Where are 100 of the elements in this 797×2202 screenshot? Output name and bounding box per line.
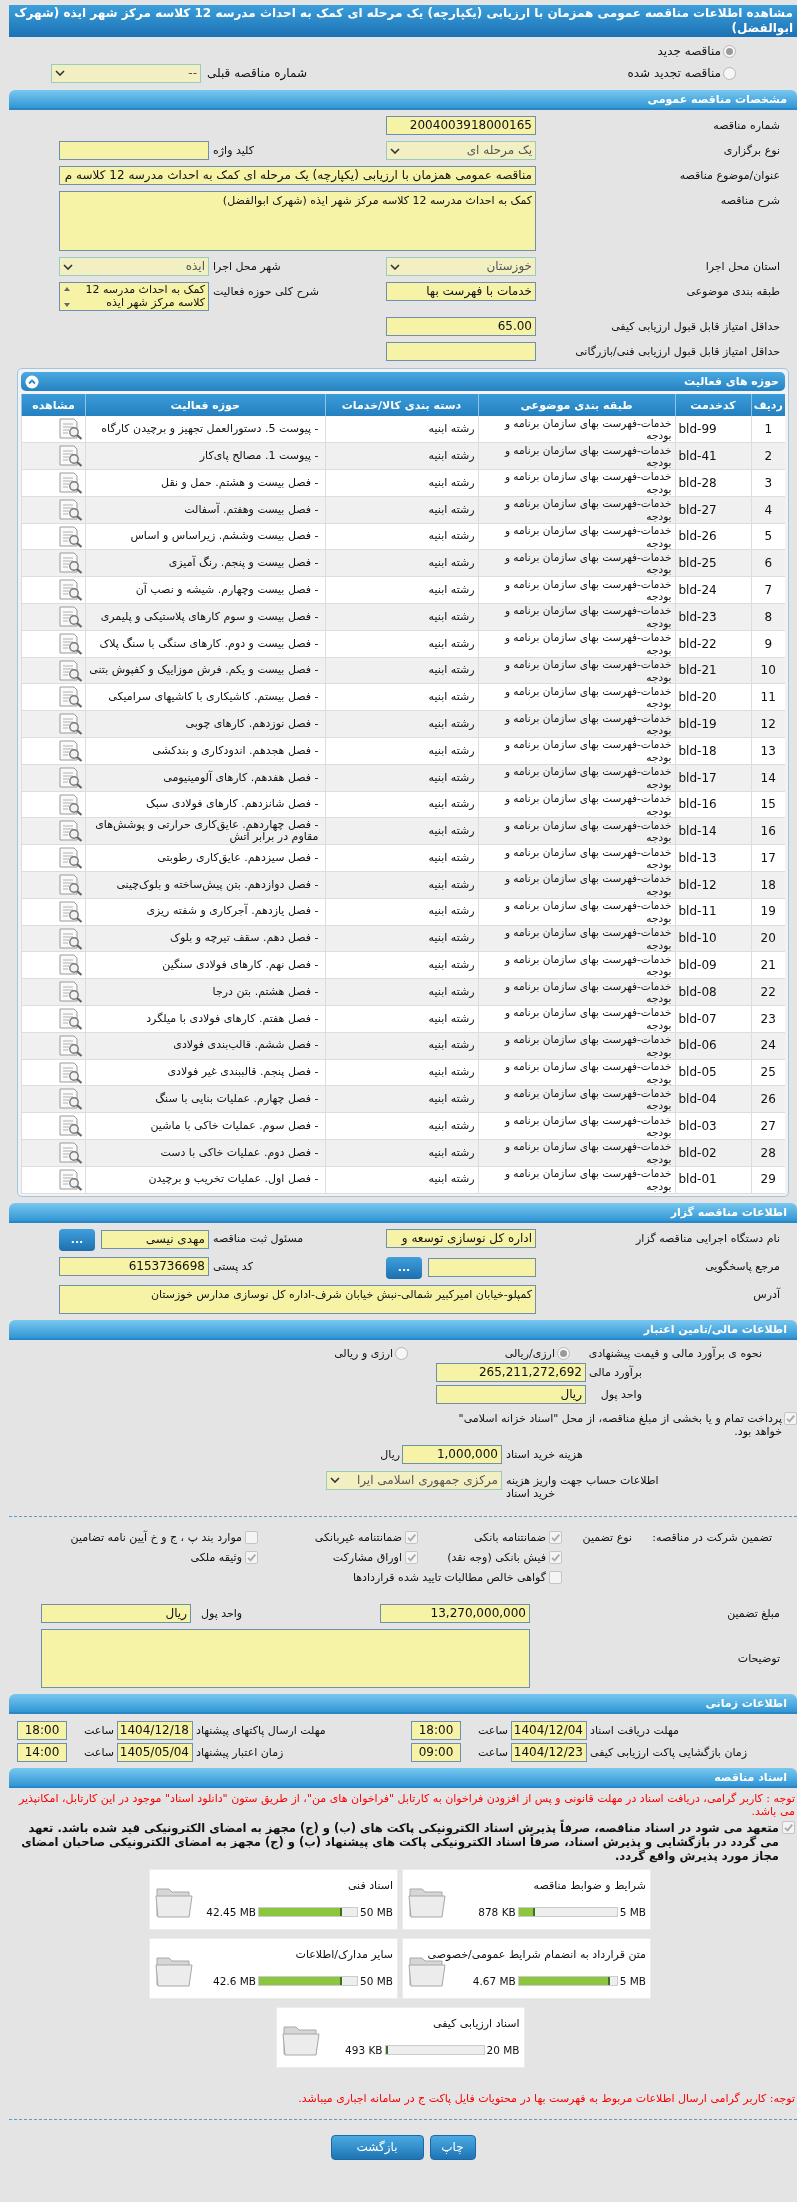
input-field[interactable]: ریال [41, 1603, 191, 1623]
text-area[interactable]: کمپلو-خیابان امیرکبیر شمالی-نبش خیابان شرف-اداره کل نوسازی مدارس خوزستان [59, 1284, 536, 1314]
document-search-icon[interactable] [57, 981, 83, 1004]
time-field[interactable]: 14:00 [17, 1742, 67, 1762]
input-field[interactable]: 2004003918000165 [386, 116, 536, 135]
document-search-icon[interactable] [57, 1141, 83, 1164]
time-field[interactable]: 09:00 [411, 1742, 461, 1762]
document-search-icon[interactable] [57, 1168, 83, 1191]
document-search-icon[interactable] [57, 686, 83, 709]
input-field[interactable] [428, 1258, 536, 1278]
checkbox[interactable] [782, 1820, 795, 1834]
input-field[interactable]: 1,000,000 [402, 1444, 502, 1464]
checkbox-label: فیش بانکی (وجه نقد) [447, 1550, 546, 1564]
table-cell: - فصل پنجم. قالببندی غیر فولادی [85, 1059, 325, 1086]
document-search-icon[interactable] [57, 766, 83, 789]
field-label: اطلاعات حساب جهت واریز هزینه خرید اسناد [505, 1472, 660, 1500]
radio-button[interactable] [557, 1347, 570, 1361]
document-search-icon[interactable] [57, 418, 83, 441]
document-search-icon[interactable] [57, 498, 83, 521]
checkbox[interactable] [245, 1530, 258, 1544]
date-field[interactable]: 1404/12/18 [117, 1720, 193, 1740]
table-cell: 26 [751, 1085, 785, 1113]
text-area[interactable] [41, 1628, 530, 1688]
document-search-icon[interactable] [57, 1115, 83, 1138]
text-area[interactable]: کمک به احداث مدرسه 12 کلاسه مرکز شهر ایذه (شهرک ابوالفضل) [59, 191, 536, 251]
checkbox[interactable] [245, 1550, 258, 1564]
document-search-icon[interactable] [57, 820, 83, 843]
dropdown[interactable]: ایذه [59, 257, 209, 276]
table-cell: خدمات-فهرست بهای سازمان برنامه و بودجه [478, 898, 675, 926]
table-cell: خدمات-فهرست بهای سازمان برنامه و بودجه [478, 683, 675, 711]
table-cell: 1 [751, 416, 785, 443]
table-cell: خدمات-فهرست بهای سازمان برنامه و بودجه [478, 737, 675, 765]
table-cell: - فصل یازدهم. آجرکاری و شفته ریزی [85, 898, 325, 926]
table-cell: bld-99 [675, 416, 751, 443]
checkbox[interactable] [549, 1530, 562, 1544]
list-box[interactable]: کمک به احداث مدرسه 12 کلاسه مرکز شهر ایذه [59, 282, 209, 311]
input-field[interactable]: ریال [436, 1385, 586, 1405]
radio-button[interactable] [723, 44, 736, 58]
document-search-icon[interactable] [57, 739, 83, 762]
page-title: مشاهده اطلاعات مناقصه عمومی همزمان با ارزیابی (یکپارچه) یک مرحله ای کمک به احداث مدرسه 12 کلاسه مرکز شهر ایذه (شهرک ابوالفضل) [9, 5, 797, 37]
date-field[interactable]: 1405/05/04 [117, 1742, 193, 1762]
input-field[interactable]: 6153736698 [59, 1256, 209, 1276]
browse-button[interactable]: ... [386, 1256, 422, 1279]
checkbox[interactable] [405, 1550, 418, 1564]
time-field[interactable]: 18:00 [17, 1720, 67, 1740]
document-search-icon[interactable] [57, 847, 83, 870]
document-search-icon[interactable] [57, 1088, 83, 1111]
dropdown[interactable]: خوزستان [386, 257, 536, 276]
input-field[interactable]: 265,211,272,692 [436, 1363, 586, 1383]
table-cell: - فصل هشتم. بتن درجا [85, 978, 325, 1006]
document-search-icon[interactable] [57, 713, 83, 736]
document-search-icon[interactable] [57, 472, 83, 494]
input-field[interactable]: 13,270,000,000 [380, 1603, 530, 1623]
dropdown[interactable]: -- [51, 63, 201, 83]
document-search-icon[interactable] [57, 579, 83, 602]
document-search-icon[interactable] [57, 1007, 83, 1030]
browse-button[interactable]: ... [59, 1228, 95, 1251]
document-search-icon[interactable] [57, 954, 83, 977]
date-field[interactable]: 1404/12/23 [511, 1742, 587, 1762]
file-size: 42.45 MB [206, 1905, 257, 1918]
table-cell: - فصل بیست وچهارم. شیشه و نصب آن [85, 576, 325, 604]
collapse-icon[interactable] [25, 374, 39, 389]
input-field[interactable]: خدمات با فهرست بها [386, 282, 536, 301]
date-field[interactable]: 1404/12/04 [511, 1720, 587, 1740]
print-button[interactable]: چاپ [429, 2134, 476, 2160]
table-cell: - فصل بیست و هشتم. حمل و نقل [85, 469, 325, 497]
document-search-icon[interactable] [57, 1061, 83, 1084]
document-search-icon[interactable] [57, 605, 83, 628]
checkbox[interactable] [549, 1550, 562, 1564]
document-search-icon[interactable] [57, 632, 83, 655]
table-cell: رشته ابنیه [325, 1139, 478, 1167]
size-limit: 50 MB [360, 1974, 393, 1987]
checkbox[interactable] [784, 1411, 797, 1425]
document-search-icon[interactable] [57, 659, 83, 682]
table-cell: - فصل هجدهم. اندودکاری و بندکشی [85, 737, 325, 765]
input-field[interactable] [386, 342, 536, 361]
input-field[interactable]: مهدی نیسی [101, 1230, 209, 1250]
document-search-icon[interactable] [57, 525, 83, 548]
table-cell: خدمات-فهرست بهای سازمان برنامه و بودجه [478, 576, 675, 604]
document-search-icon[interactable] [57, 552, 83, 575]
document-search-icon[interactable] [57, 900, 83, 923]
input-field[interactable] [59, 141, 209, 160]
document-search-icon[interactable] [57, 873, 83, 896]
dropdown[interactable]: یک مرحله ای [386, 141, 536, 160]
checkbox[interactable] [405, 1530, 418, 1544]
dropdown[interactable]: مرکزی جمهوری اسلامی ایرا [326, 1470, 502, 1490]
document-search-icon[interactable] [57, 445, 83, 468]
field-label: شماره مناقصه [712, 118, 780, 134]
input-field[interactable]: مناقصه عمومی همزمان با ارزیابی (یکپارچه) یک مرحله ای کمک به احداث مدرسه 12 کلاسه م [59, 166, 536, 185]
time-field[interactable]: 18:00 [411, 1720, 461, 1740]
back-button[interactable]: بازگشت [330, 2134, 424, 2160]
document-search-icon[interactable] [57, 927, 83, 950]
table-cell: خدمات-فهرست بهای سازمان برنامه و بودجه [478, 1059, 675, 1086]
document-search-icon[interactable] [57, 1034, 83, 1057]
document-search-icon[interactable] [57, 793, 83, 816]
radio-button[interactable] [723, 66, 736, 80]
radio-button[interactable] [395, 1347, 408, 1361]
input-field[interactable]: اداره کل نوسازی توسعه و [386, 1228, 536, 1248]
checkbox[interactable] [549, 1570, 562, 1584]
input-field[interactable]: 65.00 [386, 317, 536, 336]
